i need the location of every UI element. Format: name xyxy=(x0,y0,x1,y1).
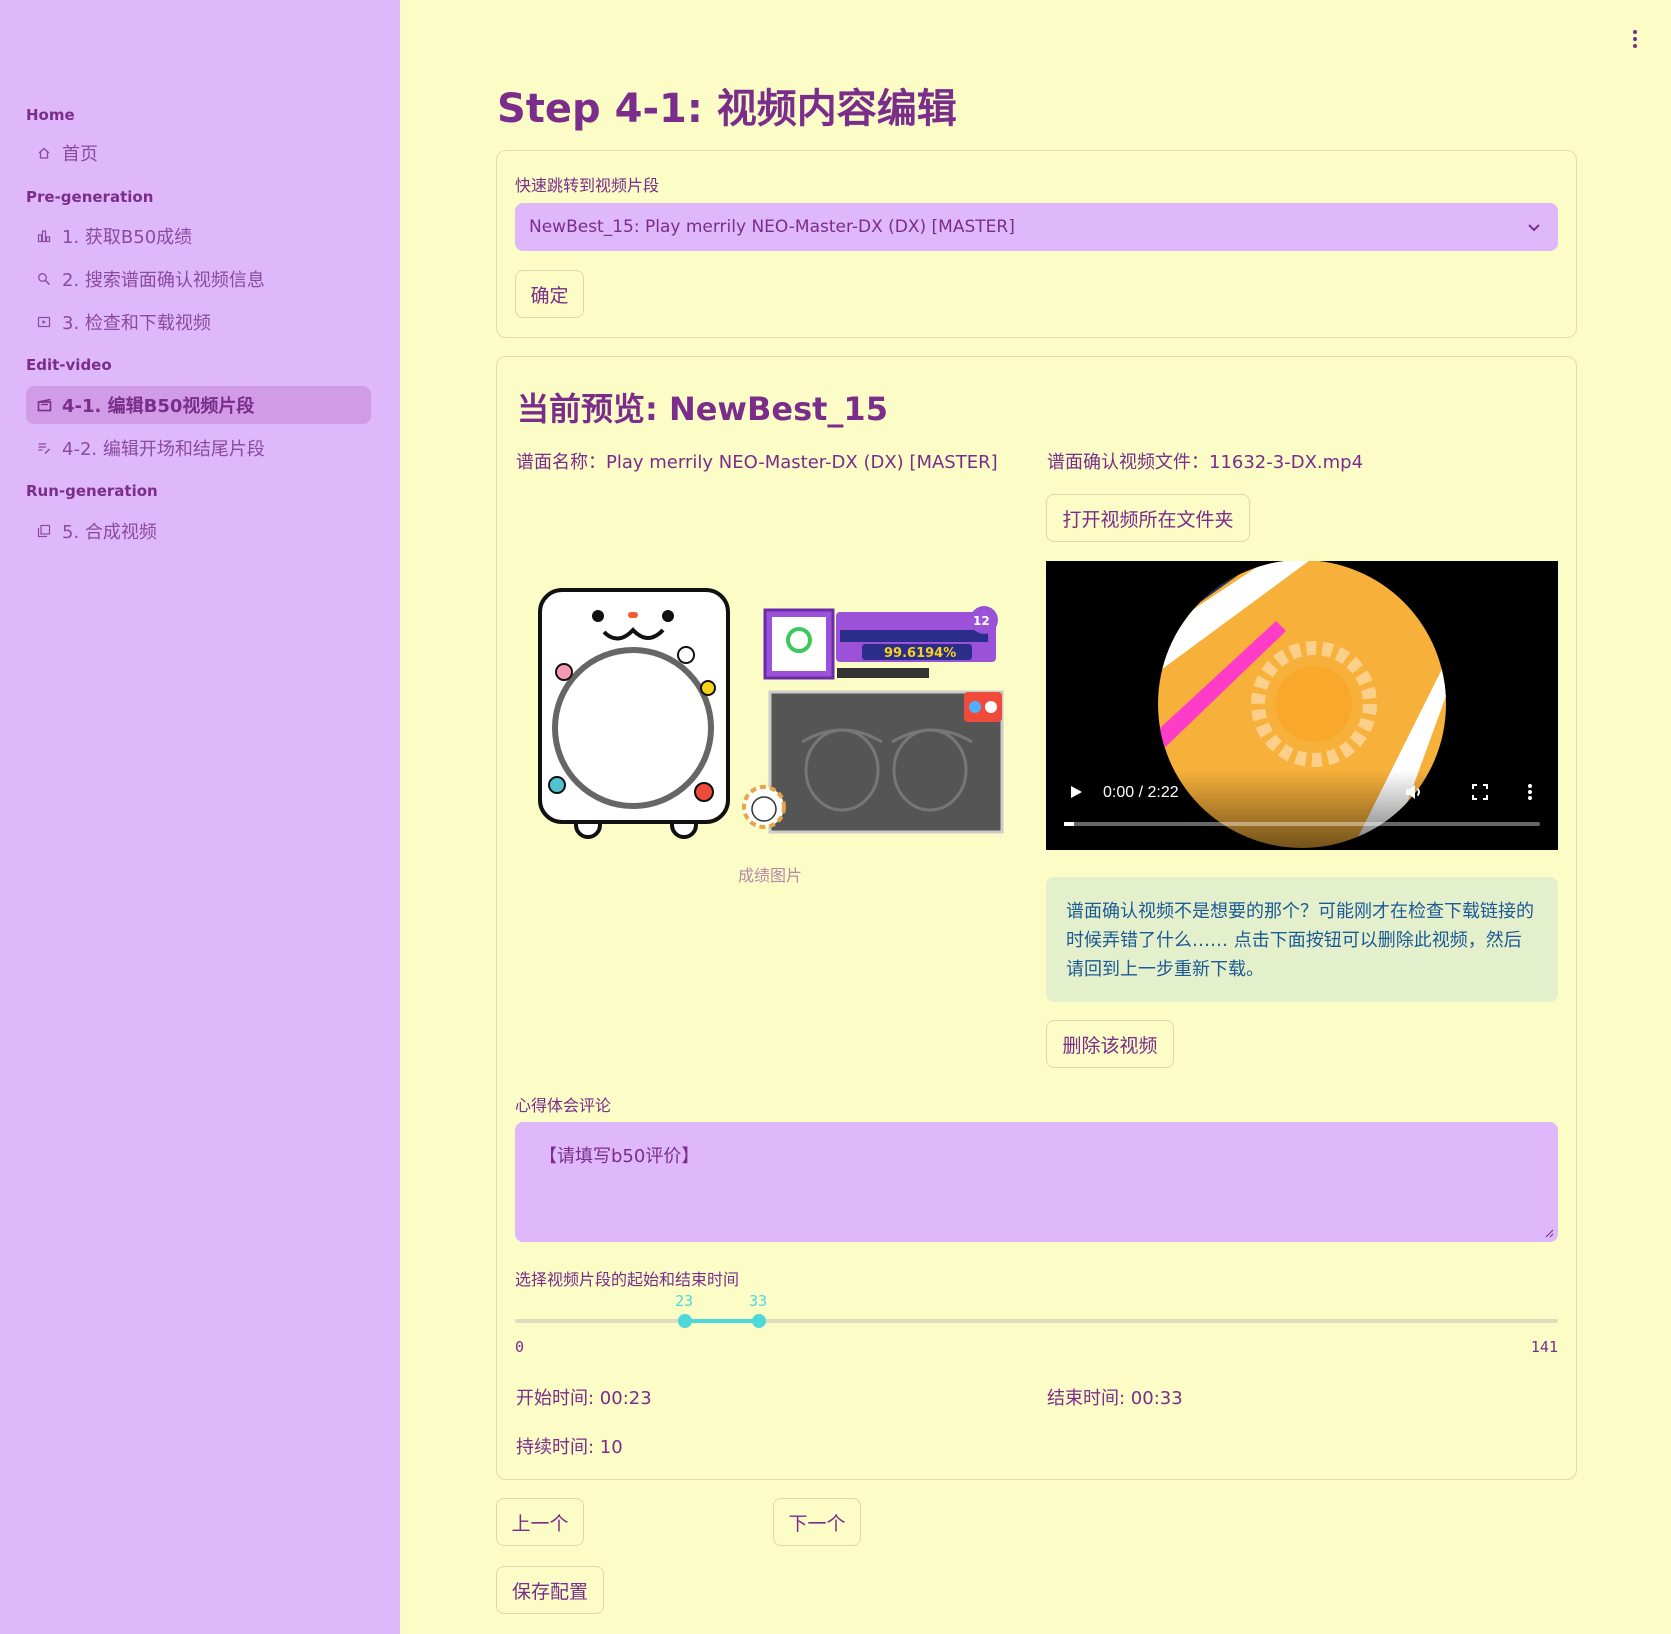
sidebar-item-edit-intro-outro[interactable]: 4-2. 编辑开场和结尾片段 xyxy=(26,429,371,467)
more-icon xyxy=(1633,30,1637,34)
sidebar: Home 首页 Pre-generation 1. 获取B50成绩 2. 搜索谱… xyxy=(0,0,400,1634)
duration-text: 持续时间: 10 xyxy=(516,1437,623,1458)
segment-select[interactable]: NewBest_15: Play merrily NEO-Master-DX (… xyxy=(515,203,1558,251)
score-image: 99.6194% 12 xyxy=(538,588,1004,839)
sidebar-item-label: 3. 检查和下载视频 xyxy=(62,313,211,334)
chevron-down-icon xyxy=(1526,219,1542,235)
save-config-button[interactable]: 保存配置 xyxy=(496,1566,604,1614)
slider-start-value: 23 xyxy=(675,1292,694,1310)
comment-text: 【请填写b50评价】 xyxy=(539,1146,700,1167)
sidebar-item-search-chart[interactable]: 2. 搜索谱面确认视频信息 xyxy=(26,260,371,298)
end-time-text: 结束时间: 00:33 xyxy=(1047,1388,1183,1409)
sidebar-item-label: 5. 合成视频 xyxy=(62,522,157,543)
preview-title: 当前预览: NewBest_15 xyxy=(517,390,888,428)
nav-section-run-generation: Run-generation xyxy=(26,482,158,500)
sidebar-item-label: 首页 xyxy=(62,144,98,165)
video-file-text: 谱面确认视频文件：11632-3-DX.mp4 xyxy=(1047,452,1364,473)
clapperboard-icon xyxy=(36,397,52,413)
home-icon xyxy=(36,145,52,161)
info-alert: 谱面确认视频不是想要的那个？可能刚才在检查下载链接的时候弄错了什么…… 点击下面… xyxy=(1046,877,1558,1002)
video-file-icon xyxy=(36,314,52,330)
chart-name-text: 谱面名称：Play merrily NEO-Master-DX (DX) [MA… xyxy=(516,452,998,473)
segment-select-value: NewBest_15: Play merrily NEO-Master-DX (… xyxy=(529,217,1015,237)
slider-end-value: 33 xyxy=(749,1292,768,1310)
sidebar-item-edit-b50[interactable]: 4-1. 编辑B50视频片段 xyxy=(26,386,371,424)
previous-button[interactable]: 上一个 xyxy=(496,1498,584,1546)
next-button[interactable]: 下一个 xyxy=(773,1498,861,1546)
video-time: 0:00 / 2:22 xyxy=(1103,784,1179,801)
fullscreen-icon[interactable] xyxy=(1472,784,1488,800)
volume-icon[interactable] xyxy=(1404,782,1424,802)
svg-text:99.6194%: 99.6194% xyxy=(884,646,956,661)
time-range-slider[interactable] xyxy=(515,1319,1558,1323)
delete-video-button[interactable]: 删除该视频 xyxy=(1046,1020,1174,1068)
video-controls xyxy=(1046,770,1558,850)
video-player[interactable]: 0:00 / 2:22 xyxy=(1046,561,1558,850)
play-icon[interactable] xyxy=(1068,784,1084,800)
start-time-text: 开始时间: 00:23 xyxy=(516,1388,652,1409)
jump-label: 快速跳转到视频片段 xyxy=(515,176,660,195)
video-progress-bar[interactable] xyxy=(1064,822,1540,826)
slider-end-thumb[interactable] xyxy=(752,1314,767,1328)
video-more-icon[interactable] xyxy=(1526,782,1534,802)
sidebar-item-download-video[interactable]: 3. 检查和下载视频 xyxy=(26,303,371,341)
nav-section-pre-generation: Pre-generation xyxy=(26,188,154,206)
comment-label: 心得体会评论 xyxy=(515,1096,612,1115)
slider-selected-range xyxy=(685,1319,760,1323)
nav-section-edit-video: Edit-video xyxy=(26,356,112,374)
comment-textarea[interactable]: 【请填写b50评价】 xyxy=(515,1122,1558,1242)
open-folder-button[interactable]: 打开视频所在文件夹 xyxy=(1046,494,1250,542)
sidebar-item-label: 2. 搜索谱面确认视频信息 xyxy=(62,270,265,291)
slider-min-label: 0 xyxy=(515,1338,525,1356)
edit-list-icon xyxy=(36,440,52,456)
sidebar-item-label: 1. 获取B50成绩 xyxy=(62,227,193,248)
video-progress-fill xyxy=(1064,822,1074,826)
sidebar-item-label: 4-1. 编辑B50视频片段 xyxy=(62,396,255,417)
sidebar-item-get-b50[interactable]: 1. 获取B50成绩 xyxy=(26,217,371,255)
main-menu-button[interactable] xyxy=(1627,26,1643,52)
page-title: Step 4-1: 视频内容编辑 xyxy=(497,86,957,132)
search-icon xyxy=(36,271,52,287)
sidebar-item-home[interactable]: 首页 xyxy=(26,134,371,172)
nav-section-home: Home xyxy=(26,106,75,124)
slider-max-label: 141 xyxy=(1530,1338,1558,1356)
slider-label: 选择视频片段的起始和结束时间 xyxy=(515,1270,740,1289)
score-image-caption: 成绩图片 xyxy=(738,866,803,885)
resize-grip-icon[interactable] xyxy=(1544,1228,1554,1238)
sidebar-item-compose-video[interactable]: 5. 合成视频 xyxy=(26,512,371,550)
confirm-button[interactable]: 确定 xyxy=(515,270,584,318)
library-icon xyxy=(36,523,52,539)
bar-chart-icon xyxy=(36,228,52,244)
svg-text:12: 12 xyxy=(973,614,990,628)
sidebar-item-label: 4-2. 编辑开场和结尾片段 xyxy=(62,439,265,460)
